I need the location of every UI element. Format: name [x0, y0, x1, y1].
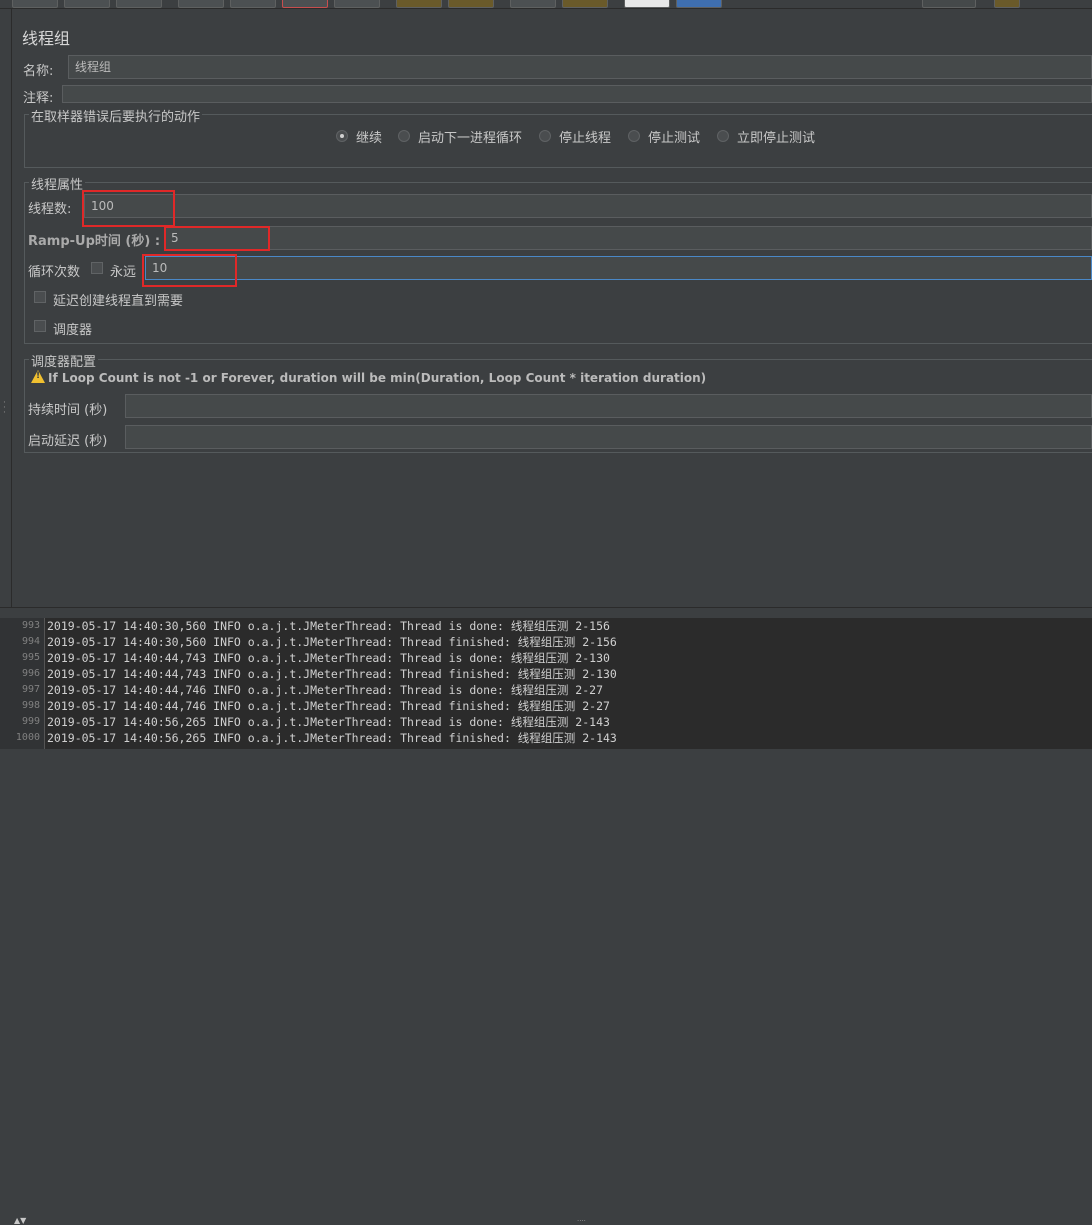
stop-button[interactable]	[282, 0, 328, 8]
splitter-grip-icon[interactable]: ····	[577, 1217, 586, 1225]
log-line: 998 2019-05-17 14:40:44,746 INFO o.a.j.t…	[0, 698, 1092, 714]
radio-button[interactable]	[336, 130, 348, 142]
log-line: 994 2019-05-17 14:40:30,560 INFO o.a.j.t…	[0, 634, 1092, 650]
radio-start-next-loop[interactable]: 启动下一进程循环	[398, 127, 523, 146]
comment-label: 注释:	[23, 91, 54, 106]
radio-button[interactable]	[628, 130, 640, 142]
toolbar-button[interactable]	[116, 0, 162, 8]
threads-input[interactable]: 100	[84, 194, 1092, 218]
radio-button[interactable]	[398, 130, 410, 142]
tree-pane-edge[interactable]: · · ·	[0, 9, 12, 609]
radio-stop-test[interactable]: 停止测试	[628, 127, 701, 146]
clear-button[interactable]	[396, 0, 442, 8]
toolbar-button[interactable]	[12, 0, 58, 8]
line-number: 994	[21, 636, 40, 647]
forever-label: 永远	[110, 265, 137, 280]
highlight-box-loop-count	[142, 254, 237, 287]
toolbar-button[interactable]	[178, 0, 224, 8]
toolbar-button[interactable]	[562, 0, 608, 8]
radio-stop-test-now[interactable]: 立即停止测试	[717, 127, 816, 146]
threads-label: 线程数:	[28, 202, 72, 217]
log-line: 999 2019-05-17 14:40:56,265 INFO o.a.j.t…	[0, 714, 1092, 730]
comment-input[interactable]	[62, 85, 1092, 103]
toolbar-button[interactable]	[624, 0, 670, 8]
duration-label: 持续时间 (秒)	[28, 403, 108, 418]
warning-icon-mark: !	[36, 371, 41, 381]
radio-label: 停止测试	[648, 130, 701, 146]
thread-properties-legend: 线程属性	[29, 174, 86, 193]
log-line: 1000 2019-05-17 14:40:56,265 INFO o.a.j.…	[0, 730, 1092, 746]
log-text: 2019-05-17 14:40:56,265 INFO o.a.j.t.JMe…	[47, 715, 610, 729]
line-number: 995	[21, 652, 40, 663]
toolbar-timer	[922, 0, 976, 8]
page-title: 线程组	[22, 29, 71, 48]
radio-label: 启动下一进程循环	[418, 130, 523, 146]
delay-creation-label: 延迟创建线程直到需要	[53, 294, 184, 309]
line-number: 996	[21, 668, 40, 679]
scheduler-warning-text: If Loop Count is not -1 or Forever, dura…	[48, 371, 707, 385]
error-action-legend: 在取样器错误后要执行的动作	[29, 106, 203, 125]
search-button[interactable]	[510, 0, 556, 8]
log-splitter[interactable]: ▲▼ ····	[0, 607, 1092, 1225]
scheduler-checkbox[interactable]	[34, 320, 46, 332]
toolbar	[0, 0, 1092, 9]
radio-label: 立即停止测试	[737, 130, 816, 146]
duration-input[interactable]	[125, 394, 1092, 418]
line-number: 993	[21, 620, 40, 631]
radio-label: 停止线程	[559, 130, 612, 146]
rampup-label: Ramp-Up时间 (秒) :	[28, 234, 161, 249]
highlight-box-rampup	[164, 226, 270, 251]
name-input[interactable]: 线程组	[68, 55, 1092, 79]
radio-stop-thread[interactable]: 停止线程	[539, 127, 612, 146]
radio-label: 继续	[356, 130, 383, 146]
radio-continue[interactable]: 继续	[336, 127, 383, 146]
loop-count-input[interactable]: 10	[145, 256, 1092, 280]
log-text: 2019-05-17 14:40:56,265 INFO o.a.j.t.JMe…	[47, 731, 617, 745]
log-panel[interactable]: 993 2019-05-17 14:40:30,560 INFO o.a.j.t…	[0, 618, 1092, 749]
rampup-input[interactable]: 5	[164, 226, 1092, 250]
toolbar-button[interactable]	[676, 0, 722, 8]
startup-delay-label: 启动延迟 (秒)	[28, 434, 108, 449]
loop-count-label: 循环次数	[28, 265, 81, 280]
log-line: 996 2019-05-17 14:40:44,743 INFO o.a.j.t…	[0, 666, 1092, 682]
line-number: 997	[21, 684, 40, 695]
line-number: 998	[21, 700, 40, 711]
warning-counter[interactable]	[994, 0, 1020, 8]
log-text: 2019-05-17 14:40:44,746 INFO o.a.j.t.JMe…	[47, 699, 610, 713]
startup-delay-input[interactable]	[125, 425, 1092, 449]
line-number: 1000	[15, 732, 40, 743]
log-line: 995 2019-05-17 14:40:44,743 INFO o.a.j.t…	[0, 650, 1092, 666]
radio-button[interactable]	[539, 130, 551, 142]
scheduler-label: 调度器	[53, 323, 93, 338]
collapse-arrows-icon[interactable]: ▲▼	[14, 1216, 26, 1225]
name-label: 名称:	[23, 64, 54, 79]
log-text: 2019-05-17 14:40:30,560 INFO o.a.j.t.JMe…	[47, 635, 617, 649]
highlight-box-threads	[82, 190, 175, 227]
toolbar-button[interactable]	[334, 0, 380, 8]
log-line: 993 2019-05-17 14:40:30,560 INFO o.a.j.t…	[0, 618, 1092, 634]
scheduler-config-legend: 调度器配置	[29, 351, 99, 370]
splitter-handle[interactable]: · · ·	[3, 399, 6, 418]
radio-button[interactable]	[717, 130, 729, 142]
log-text: 2019-05-17 14:40:44,743 INFO o.a.j.t.JMe…	[47, 651, 610, 665]
line-number: 999	[21, 716, 40, 727]
log-line: 997 2019-05-17 14:40:44,746 INFO o.a.j.t…	[0, 682, 1092, 698]
log-text: 2019-05-17 14:40:44,746 INFO o.a.j.t.JMe…	[47, 683, 603, 697]
delay-creation-checkbox[interactable]	[34, 291, 46, 303]
clear-all-button[interactable]	[448, 0, 494, 8]
log-text: 2019-05-17 14:40:30,560 INFO o.a.j.t.JMe…	[47, 619, 610, 633]
toolbar-button[interactable]	[230, 0, 276, 8]
toolbar-button[interactable]	[64, 0, 110, 8]
forever-checkbox[interactable]	[91, 262, 103, 274]
log-text: 2019-05-17 14:40:44,743 INFO o.a.j.t.JMe…	[47, 667, 617, 681]
